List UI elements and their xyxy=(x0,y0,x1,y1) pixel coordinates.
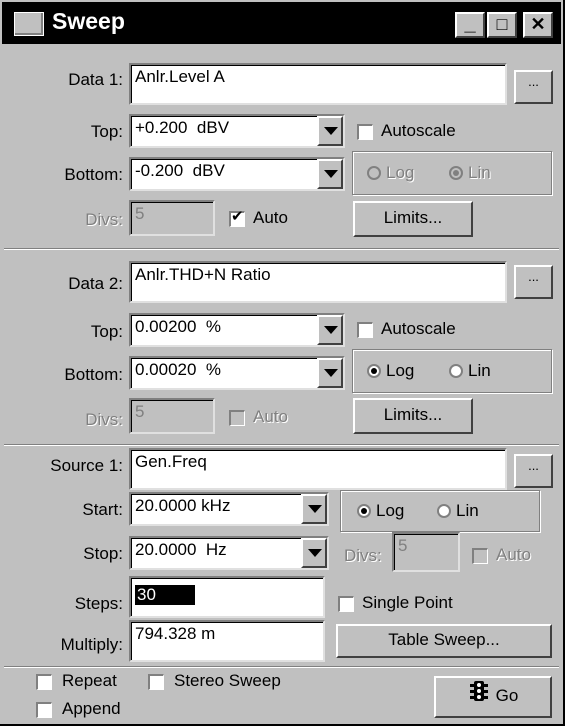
data1-auto-label: Auto xyxy=(253,208,288,227)
data1-bottom-label: Bottom: xyxy=(64,165,123,184)
source1-divs-field: 5 xyxy=(392,532,460,572)
sweep-window: Sweep _ □ ✕ Data 1: Anlr.Level A ... Top… xyxy=(0,0,565,726)
data2-label: Data 2: xyxy=(68,274,123,293)
source1-start-value: 20.0000 kHz xyxy=(135,496,231,515)
table-sweep-button[interactable]: Table Sweep... xyxy=(336,624,552,658)
data2-auto-label: Auto xyxy=(253,407,288,426)
chevron-down-icon[interactable] xyxy=(317,159,343,189)
data1-divs-field: 5 xyxy=(129,200,215,236)
source1-browse-button[interactable]: ... xyxy=(514,454,553,488)
minimize-button[interactable]: _ xyxy=(455,12,485,38)
divider xyxy=(4,666,559,668)
source1-steps-label: Steps: xyxy=(74,594,123,613)
data2-log-radio[interactable] xyxy=(367,364,381,378)
window-title: Sweep xyxy=(52,8,125,34)
data2-auto-checkbox xyxy=(229,410,245,426)
data1-limits-button[interactable]: Limits... xyxy=(353,201,473,237)
source1-field[interactable]: Gen.Freq xyxy=(129,448,507,490)
data2-bottom-combo[interactable]: 0.00020 % xyxy=(129,356,345,390)
source1-auto-checkbox xyxy=(472,548,488,564)
chevron-down-icon[interactable] xyxy=(317,116,343,146)
data2-log-label: Log xyxy=(386,361,415,380)
data2-lin-label: Lin xyxy=(468,361,491,380)
data1-top-label: Top: xyxy=(90,122,123,141)
source1-start-combo[interactable]: 20.0000 kHz xyxy=(129,492,329,526)
data1-autoscale-label: Autoscale xyxy=(381,121,456,140)
divider xyxy=(4,248,559,250)
source1-multiply-field[interactable]: 794.328 m xyxy=(129,620,325,662)
data2-top-value: 0.00200 % xyxy=(135,317,222,336)
data1-top-value: +0.200 dBV xyxy=(135,118,230,137)
source1-log-radio[interactable] xyxy=(357,504,371,518)
data1-autoscale-checkbox[interactable] xyxy=(357,124,373,140)
data1-browse-button[interactable]: ... xyxy=(514,70,553,104)
append-checkbox[interactable] xyxy=(36,702,52,718)
title-bar[interactable]: Sweep _ □ ✕ xyxy=(2,2,561,44)
data2-autoscale-label: Autoscale xyxy=(381,319,456,338)
source1-single-point-label: Single Point xyxy=(362,593,453,612)
chevron-down-icon[interactable] xyxy=(317,315,343,345)
source1-single-point-checkbox[interactable] xyxy=(338,596,354,612)
source1-multiply-label: Multiply: xyxy=(60,635,123,654)
data2-field[interactable]: Anlr.THD+N Ratio xyxy=(129,261,507,303)
data1-divs-label: Divs: xyxy=(85,210,123,229)
stereo-sweep-label: Stereo Sweep xyxy=(174,671,281,690)
source1-stop-label: Stop: xyxy=(83,544,123,563)
data1-log-label: Log xyxy=(386,163,415,182)
source1-steps-field[interactable]: 30 xyxy=(129,576,325,618)
go-label: Go xyxy=(495,686,519,705)
data1-bottom-value: -0.200 dBV xyxy=(135,161,225,180)
close-button[interactable]: ✕ xyxy=(523,12,553,38)
data1-auto-checkbox[interactable] xyxy=(229,208,245,227)
source1-steps-value: 30 xyxy=(135,585,195,605)
chevron-down-icon[interactable] xyxy=(317,358,343,388)
data1-log-radio xyxy=(367,166,381,180)
append-label: Append xyxy=(62,699,121,718)
repeat-checkbox[interactable] xyxy=(36,674,52,690)
data2-autoscale-checkbox[interactable] xyxy=(357,322,373,338)
data2-browse-button[interactable]: ... xyxy=(514,265,553,299)
chevron-down-icon[interactable] xyxy=(301,494,327,524)
data2-bottom-label: Bottom: xyxy=(64,365,123,384)
data1-top-combo[interactable]: +0.200 dBV xyxy=(129,114,345,148)
source1-lin-radio[interactable] xyxy=(437,504,451,518)
data2-divs-label: Divs: xyxy=(85,410,123,429)
data2-bottom-value: 0.00020 % xyxy=(135,360,222,379)
chevron-down-icon[interactable] xyxy=(301,538,327,568)
divider xyxy=(4,444,559,446)
data2-top-combo[interactable]: 0.00200 % xyxy=(129,313,345,347)
traffic-light-icon xyxy=(468,679,490,715)
source1-divs-label: Divs: xyxy=(344,546,382,565)
source1-log-label: Log xyxy=(376,501,405,520)
source1-stop-combo[interactable]: 20.0000 Hz xyxy=(129,536,329,570)
go-button[interactable]: Go xyxy=(434,676,552,718)
data2-limits-button[interactable]: Limits... xyxy=(353,398,473,434)
source1-stop-value: 20.0000 Hz xyxy=(135,540,227,559)
source1-auto-label: Auto xyxy=(496,545,531,564)
data2-lin-radio[interactable] xyxy=(449,364,463,378)
repeat-label: Repeat xyxy=(62,671,117,690)
data2-divs-field: 5 xyxy=(129,398,215,434)
maximize-button[interactable]: □ xyxy=(487,12,517,38)
data1-lin-radio xyxy=(449,166,463,180)
source1-label: Source 1: xyxy=(50,456,123,475)
data1-bottom-combo[interactable]: -0.200 dBV xyxy=(129,157,345,191)
source1-lin-label: Lin xyxy=(456,501,479,520)
data1-label: Data 1: xyxy=(68,70,123,89)
stereo-sweep-checkbox[interactable] xyxy=(148,674,164,690)
source1-start-label: Start: xyxy=(82,500,123,519)
data1-field[interactable]: Anlr.Level A xyxy=(129,63,507,105)
app-icon[interactable] xyxy=(14,12,44,36)
data1-lin-label: Lin xyxy=(468,163,491,182)
data2-top-label: Top: xyxy=(90,322,123,341)
